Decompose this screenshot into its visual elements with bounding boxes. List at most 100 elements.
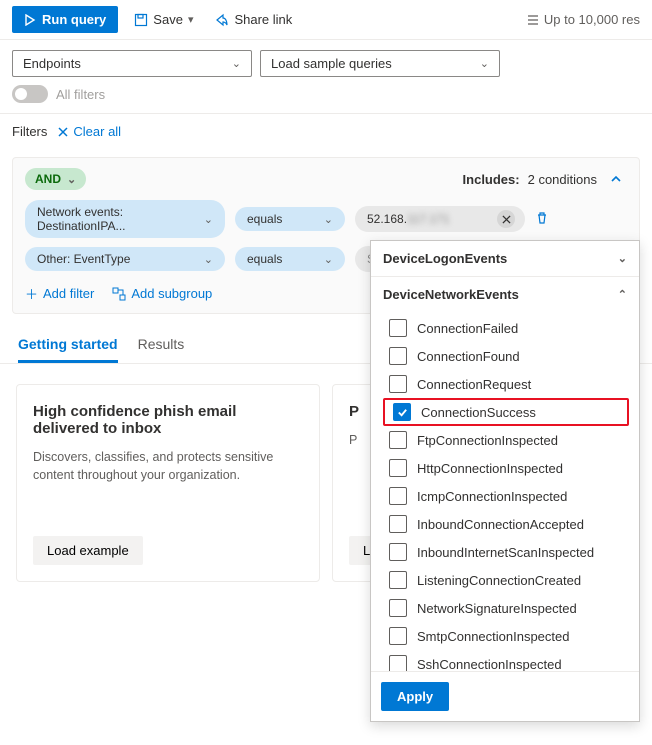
- dropdown-group-devicelogonevents[interactable]: DeviceLogonEvents ⌄: [371, 241, 639, 276]
- checkbox[interactable]: [389, 655, 407, 671]
- includes-label: Includes:: [463, 172, 520, 187]
- filter-value-pill[interactable]: 52.168.117.171: [355, 206, 525, 232]
- dropdown-item[interactable]: ConnectionFailed: [379, 314, 639, 342]
- item-label: HttpConnectionInspected: [417, 461, 563, 476]
- filter-op-pill[interactable]: equals ⌄: [235, 247, 345, 271]
- filters-label: Filters: [12, 124, 47, 139]
- dropdown-item[interactable]: SshConnectionInspected: [379, 650, 639, 671]
- chevron-up-icon: ⌃: [618, 288, 627, 301]
- select-row: Endpoints ⌄ Load sample queries ⌄: [0, 40, 652, 85]
- checkbox[interactable]: [389, 431, 407, 449]
- dropdown-item[interactable]: ConnectionRequest: [379, 370, 639, 398]
- item-label: ConnectionFailed: [417, 321, 518, 336]
- checkbox[interactable]: [389, 319, 407, 337]
- field-label: Other: EventType: [37, 252, 130, 266]
- checkbox[interactable]: [389, 347, 407, 365]
- filter-op-pill[interactable]: equals ⌄: [235, 207, 345, 231]
- dropdown-item[interactable]: SmtpConnectionInspected: [379, 622, 639, 650]
- dropdown-body[interactable]: DeviceLogonEvents ⌄ DeviceNetworkEvents …: [371, 241, 639, 671]
- collapse-group-button[interactable]: [605, 168, 627, 190]
- list-icon: [526, 13, 540, 27]
- filter-field-pill[interactable]: Network events: DestinationIPA... ⌄: [25, 200, 225, 238]
- play-icon: [24, 14, 36, 26]
- chevron-down-icon: ⌄: [324, 213, 333, 226]
- op-label: equals: [247, 212, 282, 226]
- checkbox[interactable]: [389, 543, 407, 561]
- dropdown-items: ConnectionFailed ConnectionFound Connect…: [371, 312, 639, 671]
- item-label: InboundConnectionAccepted: [417, 517, 584, 532]
- limit-text: Up to 10,000 res: [544, 12, 640, 27]
- scope-value: Endpoints: [23, 56, 81, 71]
- event-type-dropdown: DeviceLogonEvents ⌄ DeviceNetworkEvents …: [370, 240, 640, 722]
- dropdown-item[interactable]: HttpConnectionInspected: [379, 454, 639, 482]
- dropdown-item[interactable]: InboundConnectionAccepted: [379, 510, 639, 538]
- sample-value: Load sample queries: [271, 56, 392, 71]
- load-example-button[interactable]: Load example: [33, 536, 143, 565]
- checkbox[interactable]: [389, 375, 407, 393]
- all-filters-toggle[interactable]: [12, 85, 48, 103]
- value-blurred: 117.171: [407, 212, 450, 226]
- item-label: IcmpConnectionInspected: [417, 489, 567, 504]
- dropdown-item[interactable]: NetworkSignatureInspected: [379, 594, 639, 622]
- add-subgroup-label: Add subgroup: [131, 286, 212, 301]
- chevron-down-icon: ▾: [188, 13, 194, 26]
- check-icon: [397, 407, 408, 418]
- checkbox[interactable]: [389, 627, 407, 645]
- scope-select[interactable]: Endpoints ⌄: [12, 50, 252, 77]
- save-button[interactable]: Save ▾: [128, 8, 199, 31]
- chevron-down-icon: ⌄: [618, 252, 627, 265]
- clear-all-label: Clear all: [73, 124, 121, 139]
- clear-value-button[interactable]: [497, 210, 515, 228]
- delete-row-button[interactable]: [535, 211, 549, 228]
- dropdown-item[interactable]: FtpConnectionInspected: [379, 426, 639, 454]
- checkbox[interactable]: [389, 571, 407, 589]
- chevron-down-icon: ⌄: [204, 213, 213, 226]
- checkbox[interactable]: [389, 515, 407, 533]
- dropdown-group-devicenetworkevents[interactable]: DeviceNetworkEvents ⌃: [371, 276, 639, 312]
- item-label: SmtpConnectionInspected: [417, 629, 569, 644]
- add-subgroup-button[interactable]: Add subgroup: [112, 284, 212, 303]
- includes-count: 2 conditions: [528, 172, 597, 187]
- apply-button[interactable]: Apply: [381, 682, 449, 711]
- save-icon: [134, 13, 148, 27]
- field-label: Network events: DestinationIPA...: [37, 205, 204, 233]
- card-body: Discovers, classifies, and protects sens…: [33, 449, 303, 520]
- checkbox[interactable]: [389, 487, 407, 505]
- clear-all-button[interactable]: Clear all: [57, 124, 121, 139]
- group-label: DeviceNetworkEvents: [383, 287, 519, 302]
- chevron-down-icon: ⌄: [204, 253, 213, 266]
- and-operator-pill[interactable]: AND ⌄: [25, 168, 86, 190]
- op-label: equals: [247, 252, 282, 266]
- add-filter-button[interactable]: ＋ Add filter: [25, 284, 94, 303]
- checkbox[interactable]: [389, 599, 407, 617]
- item-label: FtpConnectionInspected: [417, 433, 558, 448]
- dropdown-item[interactable]: InboundInternetScanInspected: [379, 538, 639, 566]
- chevron-down-icon: ⌄: [480, 57, 489, 70]
- dropdown-item[interactable]: ConnectionFound: [379, 342, 639, 370]
- toolbar: Run query Save ▾ Share link Up to 10,000…: [0, 0, 652, 40]
- checkbox[interactable]: [389, 459, 407, 477]
- example-card: High confidence phish email delivered to…: [16, 384, 320, 582]
- tab-results[interactable]: Results: [138, 326, 185, 363]
- item-label: InboundInternetScanInspected: [417, 545, 594, 560]
- close-icon: [57, 126, 69, 138]
- share-link-button[interactable]: Share link: [209, 8, 298, 31]
- run-query-button[interactable]: Run query: [12, 6, 118, 33]
- subgroup-icon: [112, 287, 126, 301]
- chevron-up-icon: [610, 173, 622, 185]
- group-label: DeviceLogonEvents: [383, 251, 507, 266]
- checkbox[interactable]: [393, 403, 411, 421]
- dropdown-item[interactable]: IcmpConnectionInspected: [379, 482, 639, 510]
- filter-field-pill[interactable]: Other: EventType ⌄: [25, 247, 225, 271]
- item-label: SshConnectionInspected: [417, 657, 562, 672]
- close-icon: [502, 215, 511, 224]
- dropdown-item[interactable]: ListeningConnectionCreated: [379, 566, 639, 594]
- dropdown-item-connectionsuccess[interactable]: ConnectionSuccess: [383, 398, 629, 426]
- card-title: High confidence phish email delivered to…: [33, 403, 303, 437]
- group-summary: Includes: 2 conditions: [463, 168, 627, 190]
- add-filter-label: Add filter: [43, 286, 94, 301]
- sample-queries-select[interactable]: Load sample queries ⌄: [260, 50, 500, 77]
- tab-getting-started[interactable]: Getting started: [18, 326, 118, 363]
- filters-header: Filters Clear all: [0, 114, 652, 149]
- filter-row: Network events: DestinationIPA... ⌄ equa…: [25, 200, 627, 238]
